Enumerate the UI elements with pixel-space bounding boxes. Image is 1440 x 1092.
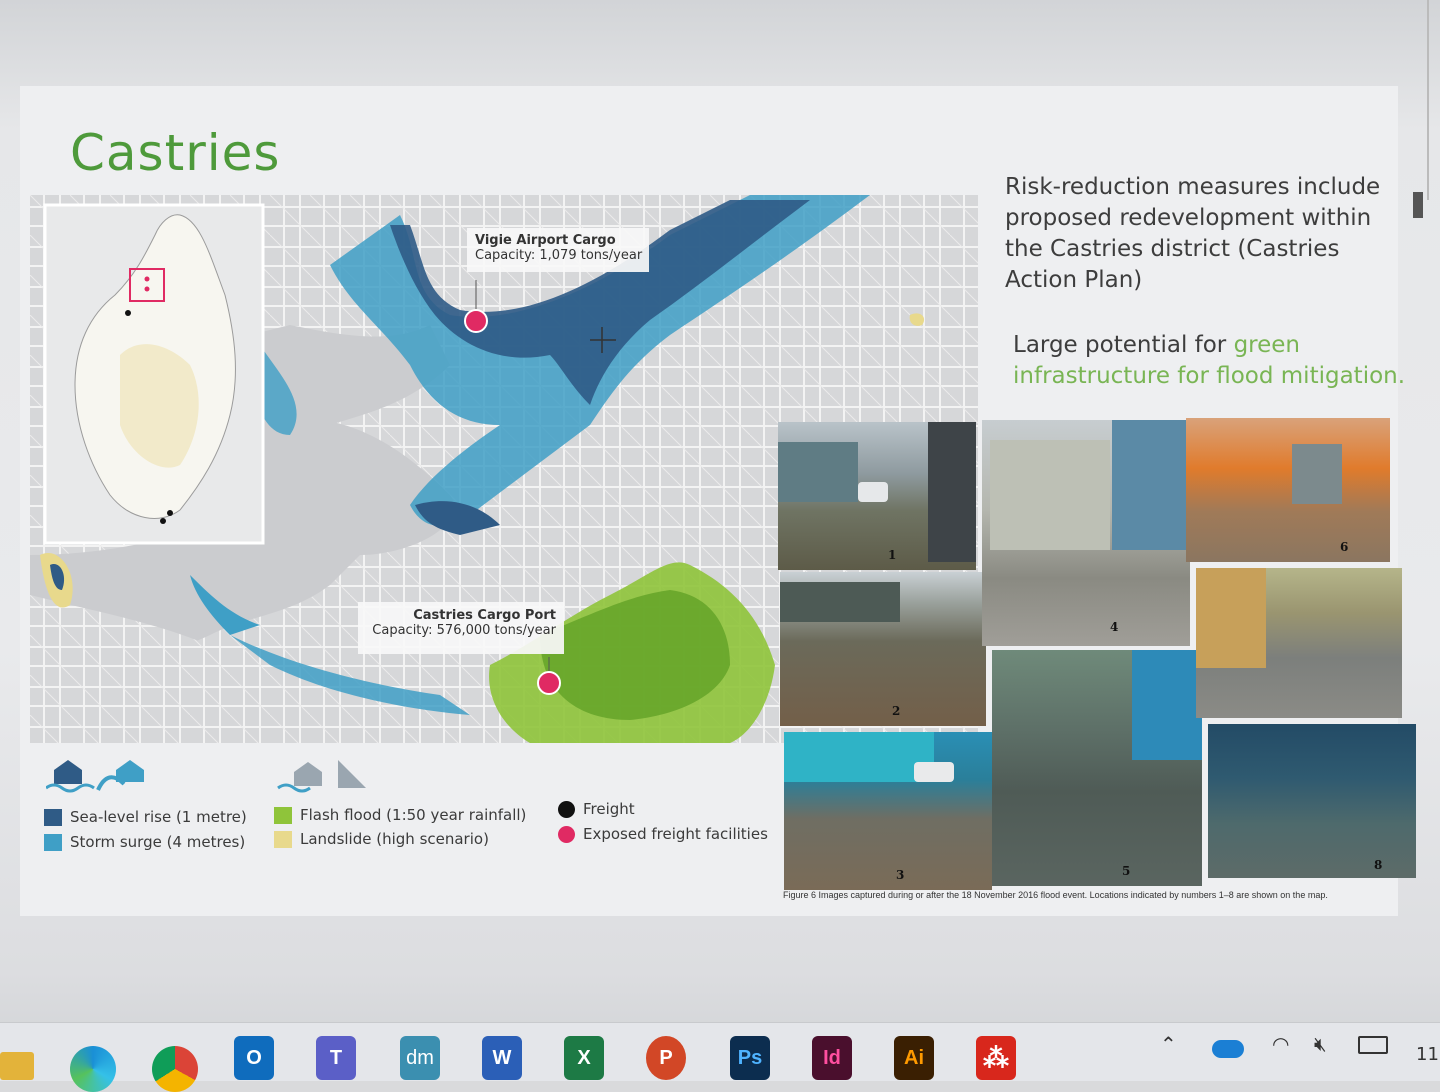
exposed-label: Exposed freight facilities xyxy=(583,825,768,843)
flood-photo-8: 8 xyxy=(1208,724,1416,878)
storm-surge-swatch xyxy=(44,833,62,851)
flood-photo-2: 2 xyxy=(780,572,986,726)
flash-flood-label: Flash flood (1:50 year rainfall) xyxy=(300,806,527,824)
figure-caption: Figure 6 Images captured during or after… xyxy=(783,890,1328,900)
powerpoint-label: P xyxy=(659,1046,673,1069)
airport-freight-pin xyxy=(464,309,488,333)
outlook-label: O xyxy=(246,1046,262,1069)
scrollbar-track[interactable] xyxy=(1427,0,1429,200)
photoshop-label: Ps xyxy=(737,1046,763,1069)
bullet-risk-reduction: Risk-reduction measures include proposed… xyxy=(1005,174,1381,293)
wifi-icon[interactable]: ◠ xyxy=(1272,1032,1289,1056)
freight-label: Freight xyxy=(583,800,635,818)
legend-sea-level: Sea-level rise (1 metre) xyxy=(44,808,247,826)
photo-number-8: 8 xyxy=(1374,858,1383,872)
teams-icon[interactable]: T xyxy=(316,1036,356,1080)
flood-photo-7 xyxy=(1196,568,1402,718)
volume-muted-icon[interactable]: 🔇︎ xyxy=(1314,1032,1327,1056)
excel-label: X xyxy=(577,1046,591,1069)
freight-dot xyxy=(558,800,575,818)
dreamweaver-label: dm xyxy=(406,1046,434,1069)
flood-photo-3: 3 xyxy=(784,732,992,890)
landslide-label: Landslide (high scenario) xyxy=(300,830,489,848)
scrollbar-thumb[interactable] xyxy=(1413,192,1423,218)
photo-number-6: 6 xyxy=(1340,540,1349,554)
file-explorer-icon[interactable] xyxy=(0,1052,34,1080)
battery-icon[interactable] xyxy=(1358,1036,1388,1054)
chrome-icon[interactable] xyxy=(152,1046,198,1092)
photo-number-1: 1 xyxy=(888,548,897,562)
flash-flood-swatch xyxy=(274,806,292,824)
flood-photo-5: 5 xyxy=(992,650,1202,886)
sea-level-label: Sea-level rise (1 metre) xyxy=(70,808,247,826)
illustrator-label: Ai xyxy=(904,1046,924,1069)
bullet-green-infrastructure: Large potential for green infrastructure… xyxy=(1013,330,1423,392)
legend-freight: Freight xyxy=(558,800,635,818)
slide-title: Castries xyxy=(70,124,281,182)
legend-landslide: Landslide (high scenario) xyxy=(274,830,489,848)
flood-photo-4: 4 xyxy=(982,420,1190,646)
flash-flood-landslide-icon xyxy=(277,760,366,793)
excel-icon[interactable]: X xyxy=(564,1036,604,1080)
show-hidden-icons-chevron-icon[interactable]: ⌃ xyxy=(1160,1032,1177,1056)
legend-exposed: Exposed freight facilities xyxy=(558,825,768,843)
landslide-swatch xyxy=(274,830,292,848)
photo-number-4: 4 xyxy=(1110,620,1119,634)
sea-level-swatch xyxy=(44,808,62,826)
outlook-icon[interactable]: O xyxy=(234,1036,274,1080)
word-icon[interactable]: W xyxy=(482,1036,522,1080)
bullet2-plain-text: Large potential for xyxy=(1013,332,1234,358)
legend-flash-flood: Flash flood (1:50 year rainfall) xyxy=(274,806,526,824)
edge-icon[interactable] xyxy=(70,1046,116,1092)
airport-callout: Vigie Airport Cargo Capacity: 1,079 tons… xyxy=(467,228,649,272)
port-name: Castries Cargo Port xyxy=(413,608,556,623)
flood-photo-grid: 1 2 3 4 5 6 8 xyxy=(776,418,1422,893)
flood-house-icon xyxy=(46,760,144,793)
photo-number-2: 2 xyxy=(892,704,901,718)
teams-label: T xyxy=(329,1046,343,1069)
map-legend: Sea-level rise (1 metre) Storm surge (4 … xyxy=(30,748,780,868)
clock[interactable]: 11 xyxy=(1416,1044,1439,1065)
photoshop-icon[interactable]: Ps xyxy=(730,1036,770,1080)
indesign-icon[interactable]: Id xyxy=(812,1036,852,1080)
powerpoint-icon[interactable]: P xyxy=(646,1036,686,1080)
illustrator-icon[interactable]: Ai xyxy=(894,1036,934,1080)
airport-capacity: Capacity: 1,079 tons/year xyxy=(475,248,643,263)
port-freight-pin xyxy=(537,671,561,695)
legend-storm-surge: Storm surge (4 metres) xyxy=(44,833,245,851)
port-capacity: Capacity: 576,000 tons/year xyxy=(372,623,556,638)
storm-surge-label: Storm surge (4 metres) xyxy=(70,833,246,851)
flood-photo-6: 6 xyxy=(1186,418,1390,562)
flood-photo-1: 1 xyxy=(778,422,976,570)
port-callout: Castries Cargo Port Capacity: 576,000 to… xyxy=(358,602,564,654)
indesign-label: Id xyxy=(823,1046,841,1069)
airport-name: Vigie Airport Cargo xyxy=(475,233,616,248)
onedrive-cloud-icon[interactable] xyxy=(1212,1040,1244,1058)
dreamweaver-icon[interactable]: dm xyxy=(400,1036,440,1080)
word-label: W xyxy=(492,1046,512,1069)
acrobat-icon[interactable]: ⁂ xyxy=(976,1036,1016,1080)
exposed-dot xyxy=(558,825,575,843)
photo-number-5: 5 xyxy=(1122,864,1131,878)
photo-number-3: 3 xyxy=(896,868,905,882)
